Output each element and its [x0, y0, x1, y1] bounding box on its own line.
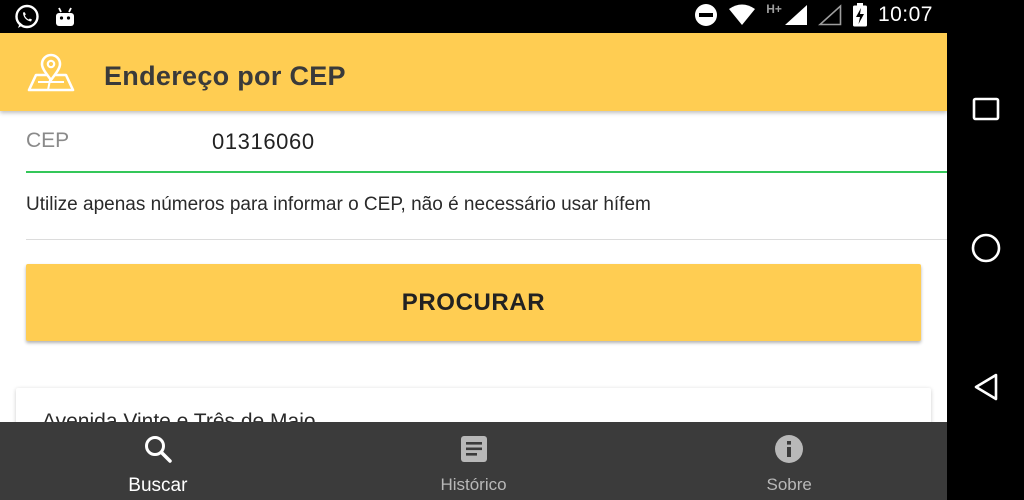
status-bar: H+ 10:07 — [0, 0, 947, 33]
result-street: Avenida Vinte e Três de Maio — [42, 410, 316, 422]
network-type-label: H+ — [766, 2, 782, 16]
nav-item-sobre[interactable]: Sobre — [631, 422, 947, 500]
search-button[interactable]: PROCURAR — [26, 264, 921, 341]
home-button[interactable] — [947, 220, 1024, 280]
result-card[interactable]: Avenida Vinte e Três de Maio — [16, 388, 931, 422]
nav-item-historico[interactable]: Histórico — [316, 422, 632, 500]
circle-icon — [970, 232, 1002, 269]
back-button[interactable] — [947, 359, 1024, 419]
nav-item-buscar[interactable]: Buscar — [0, 422, 316, 500]
system-navigation-bar — [947, 0, 1024, 500]
recent-apps-button[interactable] — [947, 81, 1024, 141]
do-not-disturb-icon — [694, 3, 718, 27]
cep-hint-text: Utilize apenas números para informar o C… — [26, 194, 651, 215]
signal-icon — [784, 4, 808, 26]
android-icon — [54, 7, 76, 27]
map-pin-icon — [26, 53, 76, 98]
main-content: CEP Utilize apenas números para informar… — [0, 111, 947, 422]
page-title: Endereço por CEP — [104, 61, 346, 91]
nav-label-buscar: Buscar — [128, 475, 188, 496]
triangle-back-icon — [972, 372, 1000, 407]
app-bar: Endereço por CEP — [0, 33, 947, 111]
nav-label-sobre: Sobre — [766, 475, 812, 494]
cep-input[interactable] — [212, 125, 912, 159]
info-icon — [774, 434, 804, 469]
history-list-icon — [459, 434, 489, 469]
signal-empty-icon — [817, 4, 842, 26]
divider — [26, 239, 947, 240]
status-time: 10:07 — [877, 3, 933, 26]
bottom-navigation: Buscar Histórico Sobre — [0, 422, 947, 500]
cep-label: CEP — [26, 129, 70, 152]
square-icon — [972, 97, 1000, 126]
wifi-icon — [728, 4, 756, 26]
cep-input-underline — [26, 171, 947, 173]
battery-charging-icon — [852, 3, 868, 27]
search-icon — [143, 434, 173, 469]
whatsapp-icon — [14, 4, 40, 30]
nav-label-historico: Histórico — [440, 475, 507, 494]
